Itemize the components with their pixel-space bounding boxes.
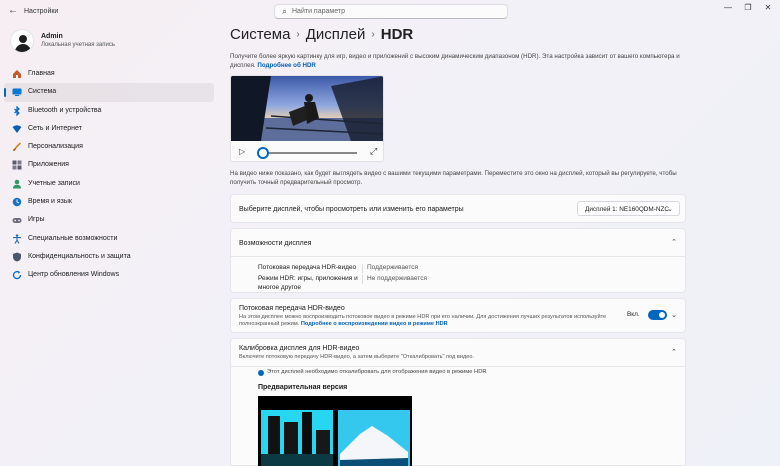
hdr-video-player: ▷ ⤢: [230, 75, 384, 162]
sidebar-item-label: Система: [28, 88, 57, 96]
globe-clock-icon: [12, 197, 22, 207]
sidebar-item-label: Игры: [28, 216, 45, 224]
search-placeholder: Найти параметр: [292, 8, 345, 15]
hdr-streaming-title: Потоковая передача HDR-видео: [239, 305, 345, 312]
breadcrumb-item-display[interactable]: Дисплей: [306, 26, 366, 43]
calibration-preview-graphic: [258, 396, 412, 466]
divider: [362, 264, 363, 273]
video-seek-bar[interactable]: [261, 152, 357, 154]
toggle-knob: [659, 312, 665, 318]
search-icon: ⌕: [282, 6, 288, 16]
window-title: Настройки: [24, 8, 59, 15]
chevron-down-icon: ⌄: [667, 206, 673, 213]
video-preview-image: [231, 76, 383, 141]
account-type: Локальная учетная запись: [41, 42, 115, 48]
sidebar-item-apps[interactable]: Приложения: [4, 156, 214, 174]
sidebar-item-label: Время и язык: [28, 198, 72, 206]
calibration-title: Калибровка дисплея для HDR-видео: [239, 345, 360, 352]
maximize-button[interactable]: ❐: [738, 3, 758, 12]
info-icon: [258, 370, 264, 376]
search-input[interactable]: ⌕ Найти параметр: [274, 4, 508, 19]
capability-label: Потоковая передача HDR-видео: [258, 264, 357, 271]
play-icon[interactable]: ▷: [239, 147, 245, 156]
sidebar-item-personalization[interactable]: Персонализация: [4, 138, 214, 156]
hdr-streaming-description: На этом дисплее можно воспроизводить пот…: [239, 314, 609, 328]
update-icon: [12, 271, 22, 280]
sidebar-item-label: Персонализация: [28, 143, 83, 151]
sidebar-item-accounts[interactable]: Учетные записи: [4, 175, 214, 193]
network-icon: [12, 125, 22, 133]
hdr-video-learn-more-link[interactable]: Подробнее о воспроизведении видео в режи…: [301, 321, 448, 327]
sidebar-item-home[interactable]: Главная: [4, 65, 214, 83]
calibration-info-text: Этот дисплей необходимо откалибровать дл…: [267, 369, 487, 375]
sidebar-item-label: Учетные записи: [28, 179, 80, 187]
avatar: [10, 29, 34, 53]
expand-icon[interactable]: ⤢: [370, 146, 377, 157]
title-bar: ← Настройки ⌕ Найти параметр — ❐ ✕: [0, 0, 780, 24]
capability-label: Режим HDR: игры, приложения и многое дру…: [258, 275, 358, 291]
capability-value: Не поддерживается: [367, 275, 427, 282]
display-dropdown-value: Дисплей 1: NE160QDM-NZC: [585, 206, 669, 213]
sidebar-item-system[interactable]: Система: [4, 83, 214, 102]
capabilities-title: Возможности дисплея: [239, 240, 312, 247]
chevron-down-icon[interactable]: ⌄: [671, 311, 677, 319]
sidebar-item-label: Bluetooth и устройства: [28, 106, 102, 114]
bluetooth-icon: [14, 105, 20, 116]
breadcrumb: Система › Дисплей › HDR: [230, 26, 413, 43]
sidebar-item-windows-update[interactable]: Центр обновления Windows: [4, 266, 214, 284]
home-icon: [13, 70, 21, 78]
intro-text: Получите более яркую картинку для игр, в…: [230, 53, 680, 70]
close-button[interactable]: ✕: [758, 3, 778, 12]
display-dropdown[interactable]: Дисплей 1: NE160QDM-NZC ⌄: [577, 201, 680, 216]
breadcrumb-separator: ›: [371, 29, 375, 40]
divider: [362, 275, 363, 284]
chevron-up-icon: ⌃: [671, 349, 677, 356]
calibration-description: Включите потоковую передачу HDR-видео, а…: [239, 354, 475, 360]
system-display-icon: [12, 88, 22, 97]
sidebar-item-time-language[interactable]: Время и язык: [4, 193, 214, 211]
learn-more-hdr-link[interactable]: Подробнее об HDR: [257, 62, 316, 69]
sidebar-item-privacy[interactable]: Конфиденциальность и защита: [4, 248, 214, 266]
sidebar-item-label: Приложения: [28, 161, 69, 169]
sidebar-item-label: Конфиденциальность и защита: [28, 252, 131, 260]
back-arrow-icon[interactable]: ←: [8, 5, 18, 16]
sidebar-item-label: Центр обновления Windows: [28, 271, 120, 279]
sidebar-item-accessibility[interactable]: Специальные возможности: [4, 230, 214, 248]
page-title: HDR: [380, 26, 414, 43]
account-icon: [13, 179, 21, 189]
sidebar-item-label: Сеть и Интернет: [28, 124, 82, 132]
video-seek-thumb[interactable]: [257, 147, 269, 159]
hdr-streaming-card: Потоковая передача HDR-видео На этом дис…: [230, 298, 686, 333]
sidebar-item-network[interactable]: Сеть и Интернет: [4, 120, 214, 138]
brush-icon: [13, 142, 22, 152]
calibration-header[interactable]: Калибровка дисплея для HDR-видео Включит…: [230, 338, 686, 367]
shield-icon: [13, 252, 21, 262]
sidebar-item-bluetooth[interactable]: Bluetooth и устройства: [4, 102, 214, 120]
sidebar-item-label: Главная: [28, 70, 55, 77]
sidebar-item-label: Специальные возможности: [28, 234, 118, 242]
hdr-streaming-toggle[interactable]: [648, 310, 667, 320]
calibration-preview-image: [258, 396, 412, 466]
toggle-label: Вкл.: [627, 311, 640, 318]
minimize-button[interactable]: —: [718, 3, 738, 12]
sidebar-item-gaming[interactable]: Игры: [4, 211, 214, 229]
capabilities-header[interactable]: Возможности дисплея ⌃: [230, 228, 686, 257]
breadcrumb-item-system[interactable]: Система: [230, 26, 290, 43]
sidebar-nav: Главная Система Bluetooth и устройства С…: [4, 65, 214, 285]
chevron-up-icon: ⌃: [671, 239, 677, 246]
capability-value: Поддерживается: [367, 264, 419, 271]
user-name: Admin: [41, 33, 63, 40]
accessibility-icon: [13, 234, 21, 244]
breadcrumb-separator: ›: [296, 29, 300, 40]
apps-icon: [12, 160, 22, 170]
gamepad-icon: [12, 218, 22, 224]
preview-label: Предварительная версия: [258, 384, 348, 391]
display-select-label: Выберите дисплей, чтобы просмотреть или …: [239, 206, 464, 213]
video-note: На видео ниже показано, как будет выгляд…: [230, 170, 677, 186]
